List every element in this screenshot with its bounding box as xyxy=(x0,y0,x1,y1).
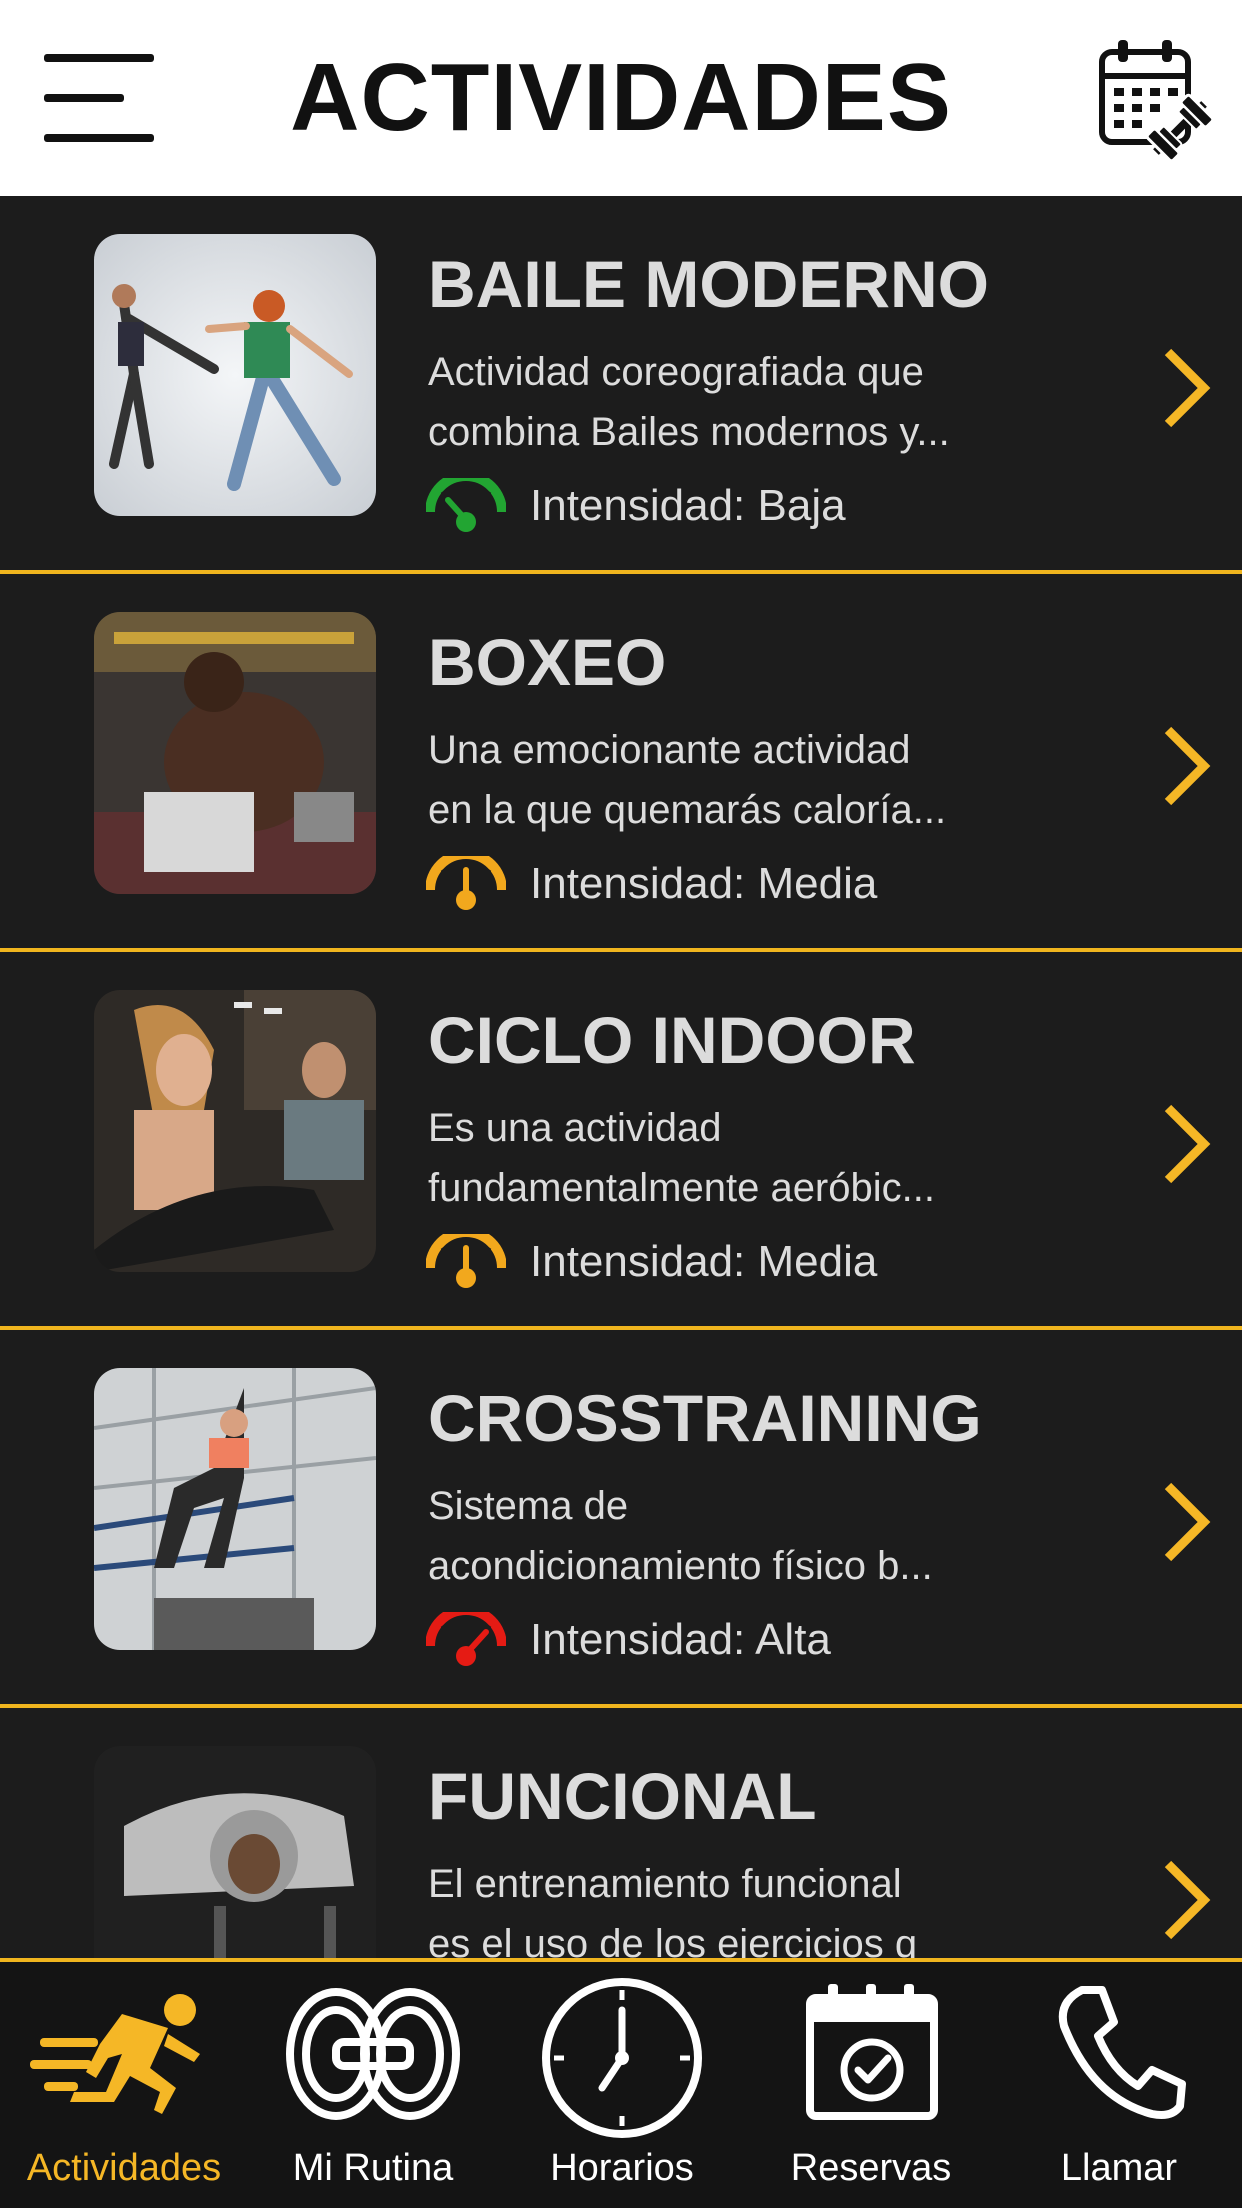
intensity-low-gauge-icon xyxy=(426,478,506,532)
nav-tab-horarios[interactable]: Horarios xyxy=(498,1962,746,2208)
activity-description: Actividad coreografiada que combina Baile… xyxy=(428,350,950,454)
weight-plates-icon xyxy=(286,1988,460,2120)
activity-thumbnail-functional xyxy=(94,1746,376,1958)
activity-description: Una emocionante actividad en la que quema… xyxy=(428,728,947,832)
phone-icon xyxy=(1058,1986,1186,2119)
activity-thumbnail-cycling xyxy=(94,990,376,1272)
nav-label: Mi Rutina xyxy=(292,2147,454,2189)
activity-thumbnail-boxing xyxy=(94,612,376,894)
activity-title: BOXEO xyxy=(428,625,667,699)
activity-item-ciclo-indoor[interactable]: CICLO INDOOR Es una actividad fundamental… xyxy=(0,952,1242,1330)
activity-item-funcional[interactable]: FUNCIONAL El entrenamiento funcional es e… xyxy=(0,1708,1242,1958)
activity-title: BAILE MODERNO xyxy=(428,247,989,321)
activity-item-crosstraining[interactable]: CROSSTRAINING Sistema de acondicionamient… xyxy=(0,1330,1242,1708)
activity-list[interactable]: BAILE MODERNO Actividad coreografiada qu… xyxy=(0,196,1242,1958)
chevron-right-icon[interactable] xyxy=(1158,344,1214,432)
chevron-right-icon[interactable] xyxy=(1158,1100,1214,1188)
nav-tab-mi-rutina[interactable]: Mi Rutina xyxy=(248,1962,498,2208)
nav-label: Actividades xyxy=(26,2147,222,2189)
intensity-high-gauge-icon xyxy=(426,1612,506,1666)
chevron-right-icon[interactable] xyxy=(1158,1856,1214,1944)
calendar-check-icon xyxy=(806,1984,938,2120)
nav-tab-reservas[interactable]: Reservas xyxy=(746,1962,996,2208)
activity-title: FUNCIONAL xyxy=(428,1759,817,1833)
nav-label: Horarios xyxy=(550,2147,694,2189)
nav-tab-actividades[interactable]: Actividades xyxy=(0,1962,248,2208)
intensity-label: Intensidad: Alta xyxy=(530,1615,831,1664)
nav-tab-llamar[interactable]: Llamar xyxy=(996,1962,1242,2208)
activity-description: El entrenamiento funcional es el uso de l… xyxy=(428,1862,918,1958)
intensity-medium-gauge-icon xyxy=(426,856,506,910)
activity-item-boxeo[interactable]: BOXEO Una emocionante actividad en la que… xyxy=(0,574,1242,952)
activity-description: Es una actividad fundamentalmente aeróbic… xyxy=(428,1106,935,1210)
nav-label: Reservas xyxy=(790,2147,952,2189)
clock-icon xyxy=(542,1978,702,2138)
app-header: ACTIVIDADES xyxy=(0,0,1242,196)
bottom-navigation: Actividades Mi Rutina Horarios Reservas … xyxy=(0,1962,1242,2208)
intensity-medium-gauge-icon xyxy=(426,1234,506,1288)
activity-thumbnail-dance xyxy=(94,234,376,516)
calendar-dumbbell-icon[interactable] xyxy=(1096,36,1214,160)
activity-thumbnail-crosstraining xyxy=(94,1368,376,1650)
activity-title: CICLO INDOOR xyxy=(428,1003,916,1077)
intensity-label: Intensidad: Media xyxy=(530,1237,878,1286)
nav-label: Llamar xyxy=(1060,2147,1178,2189)
chevron-right-icon[interactable] xyxy=(1158,722,1214,810)
activity-description: Sistema de acondicionamiento físico b... xyxy=(428,1484,933,1588)
page-title: ACTIVIDADES xyxy=(290,44,952,151)
activity-title: CROSSTRAINING xyxy=(428,1381,982,1455)
intensity-label: Intensidad: Baja xyxy=(530,481,846,530)
activity-item-baile-moderno[interactable]: BAILE MODERNO Actividad coreografiada qu… xyxy=(0,196,1242,574)
running-man-icon xyxy=(30,1994,200,2114)
intensity-label: Intensidad: Media xyxy=(530,859,878,908)
chevron-right-icon[interactable] xyxy=(1158,1478,1214,1566)
